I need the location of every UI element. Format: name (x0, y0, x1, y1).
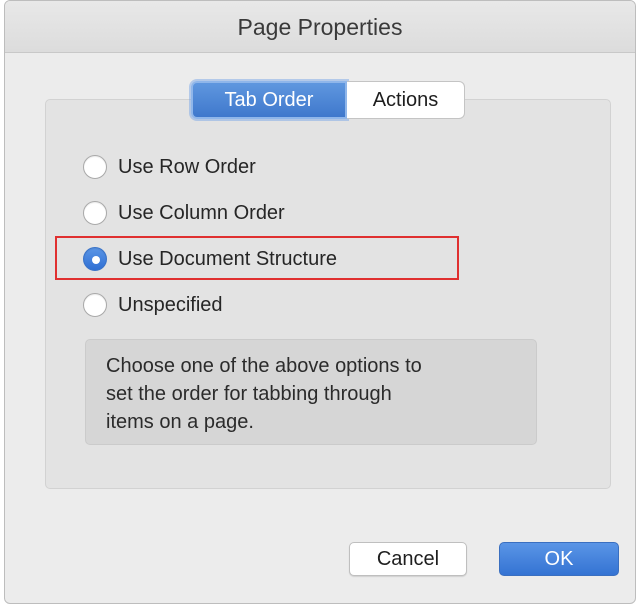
page-properties-dialog: Page Properties Tab Order Actions Use Ro… (4, 0, 636, 604)
cancel-button[interactable]: Cancel (349, 542, 467, 576)
radio-button[interactable] (83, 155, 107, 179)
tab-actions[interactable]: Actions (347, 81, 465, 119)
highlight-annotation-box (55, 236, 459, 280)
radio-label: Use Row Order (118, 155, 256, 178)
dialog-title: Page Properties (237, 14, 403, 40)
ok-button[interactable]: OK (499, 542, 619, 576)
radio-option-row-order[interactable]: Use Row Order (83, 152, 256, 182)
description-line: set the order for tabbing through (106, 383, 392, 405)
radio-label: Unspecified (118, 293, 223, 316)
description-line: items on a page. (106, 411, 254, 433)
tab-tab-order[interactable]: Tab Order (191, 81, 347, 119)
title-bar: Page Properties (5, 1, 635, 53)
radio-button[interactable] (83, 201, 107, 225)
tab-bar: Tab Order Actions (191, 81, 465, 119)
radio-option-column-order[interactable]: Use Column Order (83, 198, 285, 228)
description-box: Choose one of the above options to set t… (85, 339, 537, 445)
radio-option-unspecified[interactable]: Unspecified (83, 290, 223, 320)
radio-button[interactable] (83, 293, 107, 317)
radio-label: Use Column Order (118, 201, 285, 224)
description-line: Choose one of the above options to (106, 355, 422, 377)
